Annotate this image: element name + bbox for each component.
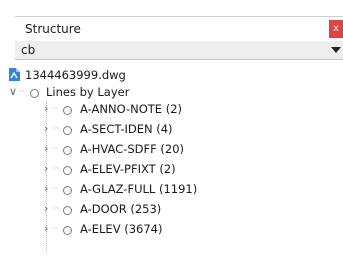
filter-dropdown[interactable]: cb	[15, 41, 343, 60]
tree-connector: ··	[53, 204, 59, 214]
chevron-right-icon[interactable]: ›	[44, 182, 48, 195]
layer-label: A-DOOR (253)	[80, 202, 162, 216]
tree-connector: ··	[53, 224, 59, 234]
tree-connector: ··	[53, 104, 59, 114]
group-label: Lines by Layer	[46, 85, 130, 99]
chevron-right-icon[interactable]: ›	[44, 122, 48, 135]
panel-title: Structure	[25, 22, 81, 36]
tree-connector: ··	[53, 184, 59, 194]
chevron-right-icon[interactable]: ›	[44, 102, 48, 115]
close-button[interactable]: x	[329, 20, 343, 38]
layer-label: A-ELEV (3674)	[80, 222, 163, 236]
dropdown-arrow-icon[interactable]	[331, 47, 341, 53]
chevron-right-icon[interactable]: ›	[44, 202, 48, 215]
close-icon: x	[333, 23, 339, 34]
tree-connector: ··	[53, 144, 59, 154]
layer-circle-icon	[30, 89, 39, 98]
layer-label: A-GLAZ-FULL (1191)	[80, 182, 198, 196]
layer-label: A-ELEV-PFIXT (2)	[80, 162, 176, 176]
chevron-right-icon[interactable]: ›	[44, 162, 48, 175]
tree-connector: ··	[53, 164, 59, 174]
chevron-down-icon[interactable]: ∨	[9, 85, 17, 98]
layer-circle-icon	[63, 166, 72, 175]
layer-label: A-HVAC-SDFF (20)	[80, 142, 185, 156]
filter-value: cb	[21, 43, 36, 57]
layer-circle-icon	[63, 186, 72, 195]
dwg-file-icon	[9, 68, 20, 81]
panel-titlebar: Structure x	[15, 16, 343, 42]
layer-circle-icon	[63, 146, 72, 155]
layer-circle-icon	[63, 206, 72, 215]
layer-circle-icon	[63, 226, 72, 235]
file-label: 1344463999.dwg	[25, 68, 126, 82]
tree-connector: ··	[19, 87, 25, 97]
chevron-right-icon[interactable]: ›	[44, 142, 48, 155]
structure-panel: Structure x cb 1344463999.dwg ∨ ·· Lines…	[0, 0, 343, 274]
layer-circle-icon	[63, 126, 72, 135]
chevron-right-icon[interactable]: ›	[44, 222, 48, 235]
layer-label: A-ANNO-NOTE (2)	[80, 102, 182, 116]
layer-label: A-SECT-IDEN (4)	[80, 122, 173, 136]
layer-circle-icon	[63, 106, 72, 115]
tree-connector: ··	[53, 124, 59, 134]
